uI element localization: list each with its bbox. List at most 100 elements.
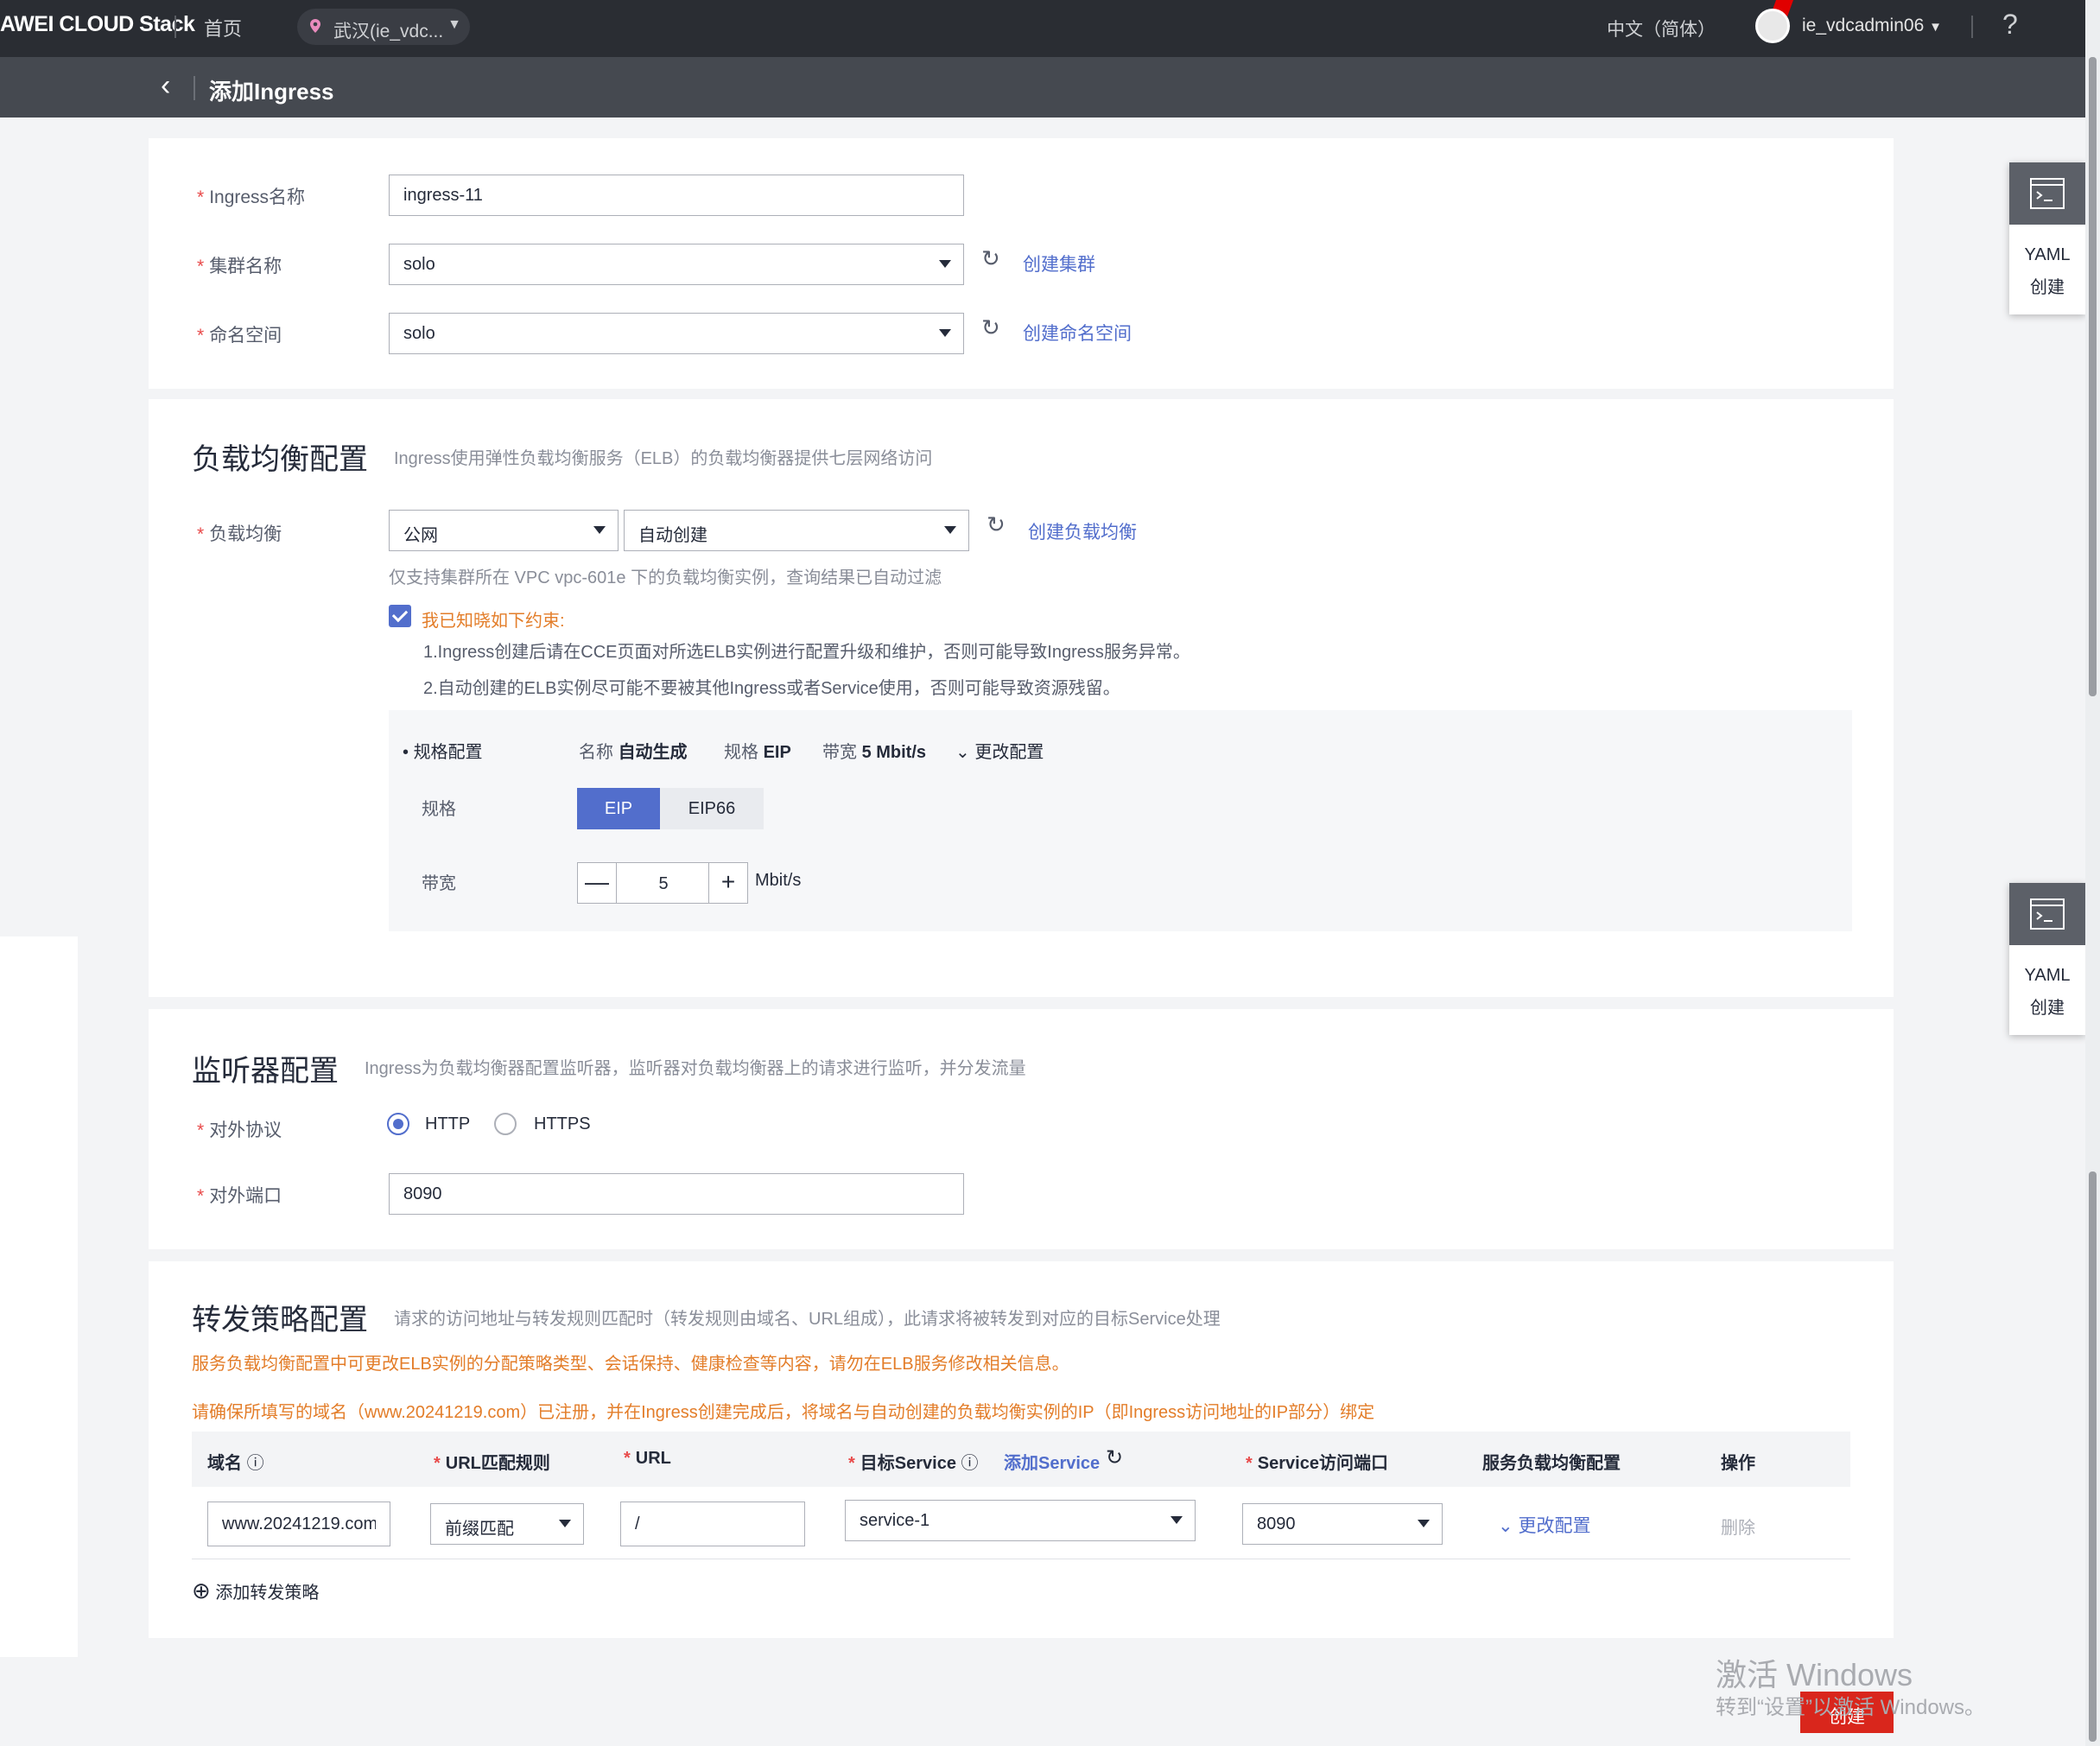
- yaml-create-tab[interactable]: YAML 创建: [2009, 883, 2085, 1035]
- port-label: * 对外端口: [197, 1186, 282, 1206]
- bandwidth-label: 带宽: [422, 874, 456, 893]
- yaml-create-tab[interactable]: YAML 创建: [2009, 162, 2085, 314]
- windows-watermark: 转到“设置”以激活 Windows。: [1716, 1696, 1986, 1719]
- section-description: Ingress使用弹性负载均衡服务（ELB）的负载均衡器提供七层网络访问: [394, 449, 933, 468]
- service-port-select[interactable]: 8090: [1242, 1503, 1443, 1545]
- column-header: 域名 ⓘ: [207, 1454, 264, 1473]
- listener-config-card: 监听器配置 Ingress为负载均衡器配置监听器，监听器对负载均衡器上的请求进行…: [149, 1009, 1894, 1249]
- caret-down-icon: [559, 1520, 571, 1527]
- url-input[interactable]: [620, 1502, 805, 1546]
- ack-checkbox[interactable]: [389, 605, 411, 627]
- column-header: * Service访问端口: [1246, 1454, 1388, 1473]
- url-rule-select[interactable]: 前缀匹配: [430, 1503, 584, 1545]
- caret-down-icon: [939, 260, 951, 268]
- refresh-icon[interactable]: ↻: [1106, 1445, 1123, 1470]
- home-link[interactable]: 首页: [204, 14, 242, 41]
- column-header: * URL匹配规则: [434, 1454, 550, 1473]
- column-header: 服务负载均衡配置: [1482, 1454, 1621, 1473]
- column-header: * 目标Service ⓘ: [848, 1454, 979, 1473]
- scrollbar-thumb[interactable]: [2089, 57, 2097, 696]
- port-input[interactable]: [389, 1173, 964, 1215]
- user-menu[interactable]: ie_vdcadmin06 ▼: [1802, 16, 1942, 36]
- http-radio[interactable]: [387, 1113, 409, 1135]
- network-value: 公网: [403, 526, 438, 545]
- create-elb-link[interactable]: 创建负载均衡: [1028, 518, 1137, 544]
- refresh-icon[interactable]: ↻: [987, 511, 1006, 538]
- back-arrow-icon[interactable]: ‹: [161, 69, 170, 103]
- yaml-create-label: 创建: [2030, 999, 2065, 1018]
- target-service-select[interactable]: service-1: [845, 1500, 1196, 1541]
- decrement-button[interactable]: —: [577, 862, 617, 904]
- delete-link[interactable]: 删除: [1721, 1514, 1755, 1539]
- caret-down-icon: ▼: [1929, 20, 1942, 35]
- section-title: 负载均衡配置: [192, 443, 368, 476]
- table-header: 域名 ⓘ * URL匹配规则 * URL * 目标Service ⓘ 添加Servic…: [192, 1432, 1850, 1487]
- constraint-text: 1.Ingress创建后请在CCE页面对所选ELB实例进行配置升级和维护，否则可…: [423, 643, 1190, 662]
- mode-value: 自动创建: [638, 526, 707, 545]
- region-label: 武汉(ie_vdc...: [333, 22, 444, 41]
- https-radio[interactable]: [494, 1113, 517, 1135]
- elb-label: * 负载均衡: [197, 524, 282, 544]
- create-namespace-link[interactable]: 创建命名空间: [1023, 320, 1132, 346]
- spec-option-eip[interactable]: EIP: [577, 788, 660, 829]
- cluster-name-label: * 集群名称: [197, 257, 282, 276]
- refresh-icon[interactable]: ↻: [981, 245, 1000, 272]
- caret-down-icon: [593, 526, 606, 534]
- namespace-select[interactable]: solo: [389, 313, 964, 354]
- protocol-label: * 对外协议: [197, 1121, 282, 1140]
- ack-label: 我已知晓如下约束:: [422, 612, 565, 631]
- cluster-select[interactable]: solo: [389, 244, 964, 285]
- summary-spec: 规格 EIP: [724, 743, 791, 762]
- ingress-name-input[interactable]: [389, 175, 964, 216]
- create-cluster-link[interactable]: 创建集群: [1023, 251, 1095, 276]
- warning-text: 服务负载均衡配置中可更改ELB实例的分配策略类型、会话保持、健康检查等内容，请勿…: [192, 1355, 1069, 1374]
- increment-button[interactable]: +: [708, 862, 748, 904]
- terminal-icon: [2030, 898, 2065, 930]
- region-selector[interactable]: 武汉(ie_vdc... ▼: [297, 9, 470, 45]
- cluster-value: solo: [403, 255, 435, 274]
- caret-down-icon: [939, 329, 951, 337]
- elb-network-select[interactable]: 公网: [389, 510, 619, 551]
- service-value: service-1: [860, 1511, 930, 1530]
- url-rule-value: 前缀匹配: [445, 1520, 514, 1539]
- column-header: 操作: [1721, 1454, 1755, 1473]
- row-change-config-link[interactable]: ⌄ 更改配置: [1498, 1512, 1590, 1538]
- help-circle-icon[interactable]: ⓘ: [961, 1454, 979, 1473]
- caret-down-icon: [1171, 1516, 1183, 1524]
- summary-bandwidth: 带宽 5 Mbit/s: [822, 743, 927, 762]
- service-port-value: 8090: [1257, 1514, 1296, 1533]
- location-pin-icon: [310, 19, 320, 33]
- basic-info-card: *Ingress名称 *集群名称 solo ↻ 创建集群 *命名空间 solo …: [149, 138, 1894, 389]
- refresh-icon[interactable]: ↻: [981, 314, 1000, 341]
- namespace-label: * 命名空间: [197, 326, 282, 346]
- elb-hint: 仅支持集群所在 VPC vpc-601e 下的负载均衡实例，查询结果已自动过滤: [389, 568, 942, 587]
- ingress-name-label: * Ingress名称: [197, 187, 306, 207]
- divider: [174, 16, 176, 38]
- scrollbar-thumb[interactable]: [2089, 1171, 2097, 1742]
- page-header: ‹ 添加Ingress: [0, 57, 2085, 117]
- section-title: 监听器配置: [192, 1055, 339, 1088]
- user-name: ie_vdcadmin06: [1802, 16, 1925, 35]
- namespace-value: solo: [403, 324, 435, 343]
- add-service-link[interactable]: 添加Service: [1004, 1449, 1100, 1474]
- help-icon[interactable]: ?: [2002, 9, 2018, 41]
- change-config-toggle[interactable]: ⌄ 更改配置: [955, 738, 1044, 763]
- elb-mode-select[interactable]: 自动创建: [624, 510, 969, 551]
- section-description: 请求的访问地址与转发规则匹配时（转发规则由域名、URL组成），此请求将被转发到对…: [394, 1310, 1221, 1329]
- caret-down-icon: ▼: [447, 17, 461, 32]
- spec-option-eip66[interactable]: EIP66: [660, 788, 764, 829]
- left-panel: [0, 936, 78, 1657]
- http-label: HTTP: [425, 1114, 471, 1133]
- yaml-create-label: 创建: [2030, 278, 2065, 297]
- help-circle-icon[interactable]: ⓘ: [247, 1454, 264, 1473]
- bandwidth-input[interactable]: 5: [617, 862, 710, 904]
- brand-logo[interactable]: AWEI CLOUD Stack: [0, 12, 195, 37]
- add-policy-button[interactable]: ⊕ 添加转发策略: [192, 1578, 319, 1604]
- domain-input[interactable]: [207, 1502, 390, 1546]
- avatar[interactable]: [1755, 9, 1790, 43]
- chevron-down-icon: ⌄: [1498, 1516, 1513, 1536]
- summary-name: 名称 自动生成: [579, 743, 688, 762]
- windows-watermark: 激活 Windows: [1716, 1657, 1913, 1692]
- caret-down-icon: [1418, 1520, 1430, 1527]
- language-switch[interactable]: 中文（简体）: [1607, 16, 1716, 41]
